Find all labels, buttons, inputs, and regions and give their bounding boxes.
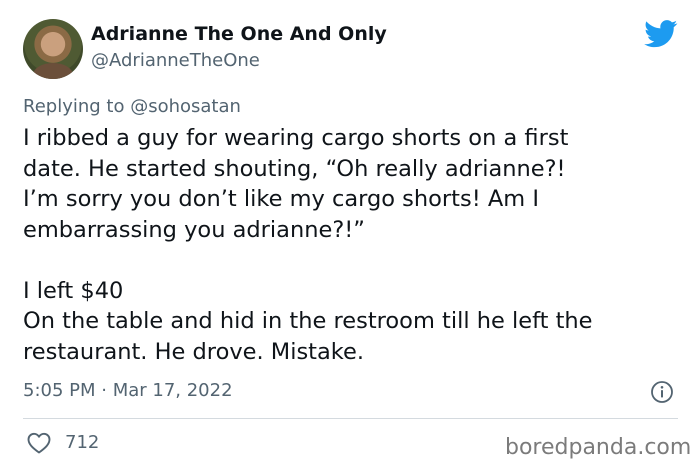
replying-to: Replying to @sohosatan	[23, 96, 241, 117]
info-icon[interactable]	[650, 380, 674, 404]
replying-to-prefix: Replying to	[23, 96, 131, 117]
like-count[interactable]: 712	[65, 432, 99, 453]
watermark: boredpanda.com	[505, 435, 692, 460]
reply-mention-link[interactable]: @sohosatan	[130, 96, 241, 117]
author-handle[interactable]: @AdrianneTheOne	[91, 50, 260, 71]
tweet-text: I ribbed a guy for wearing cargo shorts …	[23, 125, 593, 365]
heart-icon[interactable]	[27, 432, 51, 454]
twitter-bird-icon	[644, 20, 678, 48]
avatar-shoulders	[33, 63, 73, 79]
author-display-name[interactable]: Adrianne The One And Only	[91, 23, 387, 45]
avatar[interactable]	[23, 19, 83, 79]
tweet-timestamp[interactable]: 5:05 PM · Mar 17, 2022	[23, 380, 233, 401]
divider	[23, 418, 678, 419]
